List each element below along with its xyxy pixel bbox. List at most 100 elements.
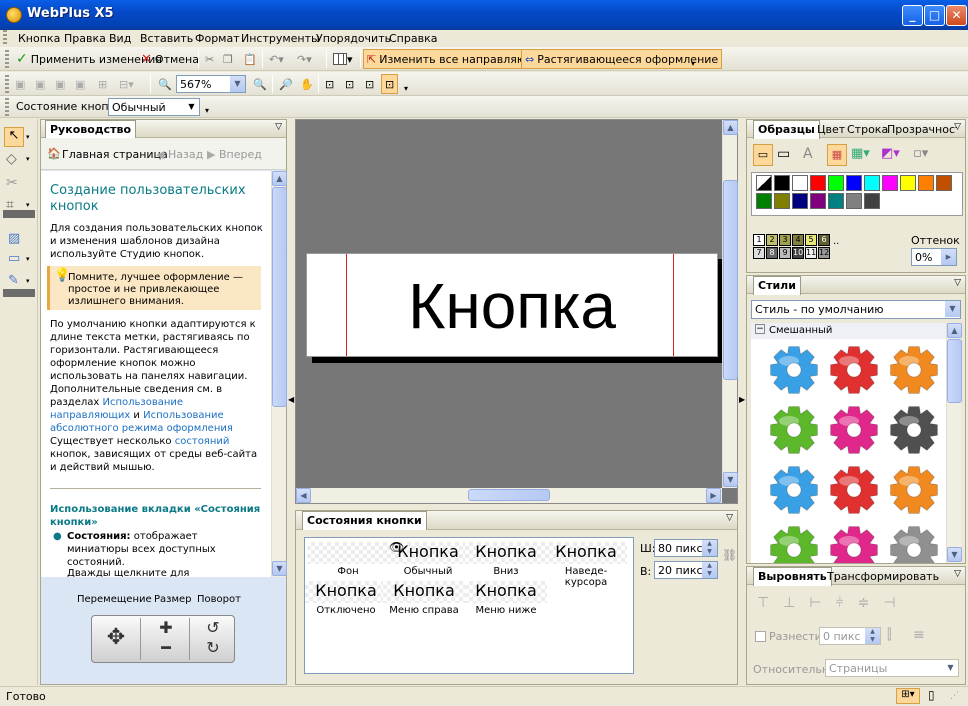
gear-style-icon[interactable] <box>829 345 879 395</box>
state-menu-right[interactable]: Кнопка Меню справа <box>383 581 465 616</box>
pen-tool-icon[interactable]: ✎ <box>8 273 19 288</box>
swatch[interactable] <box>774 193 790 209</box>
state-normal[interactable]: 👁 Кнопка Обычный <box>387 540 469 577</box>
redo-icon[interactable]: ↷▾ <box>294 49 315 69</box>
distribute-h-icon[interactable]: ⫿ <box>887 627 891 643</box>
palette-grid-icon[interactable]: ▦ <box>827 144 847 166</box>
swatches-panel-menu-icon[interactable]: ▽ <box>954 122 961 132</box>
gear-style-icon[interactable] <box>769 345 819 395</box>
menu-format[interactable]: Формат <box>195 32 240 45</box>
tab-guide[interactable]: Руководство <box>45 120 137 139</box>
swatch[interactable] <box>828 193 844 209</box>
menu-arrange[interactable]: Упорядочить <box>316 32 391 45</box>
canvas-vscroll-thumb[interactable] <box>723 180 738 380</box>
canvas-hscroll[interactable]: ◀ ▶ <box>296 488 722 503</box>
swatch[interactable] <box>828 175 844 191</box>
zoom-actual-icon[interactable]: ⊡ <box>381 74 399 94</box>
menu-help[interactable]: Справка <box>389 32 437 45</box>
canvas-scroll-right-icon[interactable]: ▶ <box>706 488 721 503</box>
toolbar3-overflow-icon[interactable]: ▾ <box>202 100 212 120</box>
fill-icon[interactable]: ▭ <box>753 144 773 166</box>
tab-transparency[interactable]: Прозрачност <box>883 121 957 140</box>
canvas-scroll-left-icon[interactable]: ◀ <box>296 488 311 503</box>
maximize-button[interactable]: □ <box>924 5 945 26</box>
spread-field[interactable]: 0 пикс ▲ ▼ <box>819 627 881 645</box>
status-page-icon[interactable]: ▯ <box>928 688 935 702</box>
guide-forward-button[interactable]: Вперед <box>219 148 262 161</box>
tint-num[interactable]: 3 <box>779 234 791 246</box>
tab-transform[interactable]: Трансформировать <box>823 568 943 587</box>
gear-style-icon[interactable] <box>769 465 819 515</box>
state-hover[interactable]: Кнопка Наведе-курсора <box>545 542 627 588</box>
resize-grip-icon[interactable]: ⋰ <box>950 691 959 701</box>
pointer-tool-icon[interactable]: ↖ <box>4 127 24 147</box>
button-state-select[interactable]: Обычный ▼ <box>108 98 200 116</box>
collapse-minus-icon[interactable]: − <box>755 324 765 334</box>
canvas-scroll-down-icon[interactable]: ▼ <box>723 472 738 487</box>
relative-dropdown-icon[interactable]: ▼ <box>943 660 958 676</box>
swatch[interactable] <box>792 193 808 209</box>
guide-home-link[interactable]: Главная страница <box>62 148 168 161</box>
cancel-button[interactable]: ✕ Отмена <box>138 49 202 69</box>
canvas-scroll-up-icon[interactable]: ▲ <box>723 120 738 135</box>
styles-scroll-down-icon[interactable]: ▼ <box>947 547 962 562</box>
tint-num[interactable]: 2 <box>766 234 778 246</box>
resize-plus-minus-icon[interactable]: ✚ ━ <box>144 618 188 660</box>
swatch[interactable] <box>756 193 772 209</box>
zoom-selection-icon[interactable]: ⊡ <box>362 74 377 94</box>
cut-icon[interactable]: ✂ <box>202 49 217 69</box>
text-color-icon[interactable]: A <box>803 146 813 162</box>
undo-icon[interactable]: ↶▾ <box>266 49 287 69</box>
styles-dropdown-icon[interactable]: ▼ <box>945 301 960 317</box>
tint-num[interactable]: 10 <box>792 247 804 259</box>
zoom-page-icon[interactable]: ⊡ <box>322 74 337 94</box>
align-dropdown-icon[interactable]: ⊟▾ <box>116 74 137 94</box>
swatch[interactable] <box>864 175 880 191</box>
gradient-dropdown-icon[interactable]: ◩▾ <box>881 146 900 161</box>
align-bottom-icon[interactable]: ⊥ <box>783 595 809 611</box>
state-menu-below[interactable]: Кнопка Меню ниже <box>465 581 547 616</box>
menu-insert[interactable]: Вставить <box>140 32 193 45</box>
rotate-icon[interactable]: ↺ ↻ <box>192 618 234 660</box>
tint-num[interactable]: 12 <box>818 247 830 259</box>
styles-select[interactable]: Стиль - по умолчанию ▼ <box>751 300 961 319</box>
back-one-icon[interactable]: ▣ <box>52 74 68 94</box>
line-icon[interactable]: ▭ <box>777 146 790 162</box>
states-panel-menu-icon[interactable]: ▽ <box>726 513 733 523</box>
height-field[interactable]: 20 пикс ▲ ▼ <box>654 561 718 579</box>
styles-group-header[interactable]: − Смешанный <box>751 323 946 339</box>
copy-icon[interactable]: ❐ <box>220 49 236 69</box>
swatch[interactable] <box>882 175 898 191</box>
scroll-down-icon[interactable]: ▼ <box>272 561 287 576</box>
swatch[interactable] <box>936 175 952 191</box>
gear-style-icon[interactable] <box>829 465 879 515</box>
crop-shape-icon[interactable]: ✂ <box>6 175 18 191</box>
spread-spinner-icon[interactable]: ▲ ▼ <box>865 628 880 644</box>
gear-style-icon[interactable] <box>889 525 939 563</box>
zoom-out-icon[interactable]: 🔍 <box>155 74 175 94</box>
guide-back-button[interactable]: Назад <box>168 148 203 161</box>
rectangle-tool-icon[interactable]: ▭ <box>8 251 20 266</box>
node-tool-icon[interactable]: ◇ <box>6 151 17 167</box>
align-center-v-icon[interactable]: ⫩ <box>836 595 858 611</box>
tab-swatches[interactable]: Образцы <box>753 120 820 139</box>
panel-menu-icon[interactable]: ▽ <box>275 122 282 132</box>
state-background[interactable]: Фон <box>307 542 389 577</box>
swatch-none[interactable] <box>756 175 772 191</box>
styles-panel-menu-icon[interactable]: ▽ <box>954 278 961 288</box>
gear-style-icon[interactable] <box>769 405 819 455</box>
styles-scroll-up-icon[interactable]: ▲ <box>947 323 962 338</box>
align-left-icon[interactable]: ⊢ <box>809 595 835 611</box>
distribute-v-icon[interactable]: ≡ <box>913 627 925 643</box>
swatch[interactable] <box>846 193 862 209</box>
table-grid-icon[interactable]: ▾ <box>330 49 356 69</box>
tint-num[interactable]: 5 <box>805 234 817 246</box>
forward-one-icon[interactable]: ▣ <box>32 74 48 94</box>
state-down[interactable]: Кнопка Вниз <box>465 542 547 577</box>
tab-styles[interactable]: Стили <box>753 276 801 295</box>
swatch[interactable] <box>900 175 916 191</box>
toolbar2-overflow-icon[interactable]: ▾ <box>401 78 411 98</box>
swatch[interactable] <box>810 193 826 209</box>
tint-num[interactable]: 8 <box>766 247 778 259</box>
tint-more[interactable]: .. <box>833 236 839 247</box>
